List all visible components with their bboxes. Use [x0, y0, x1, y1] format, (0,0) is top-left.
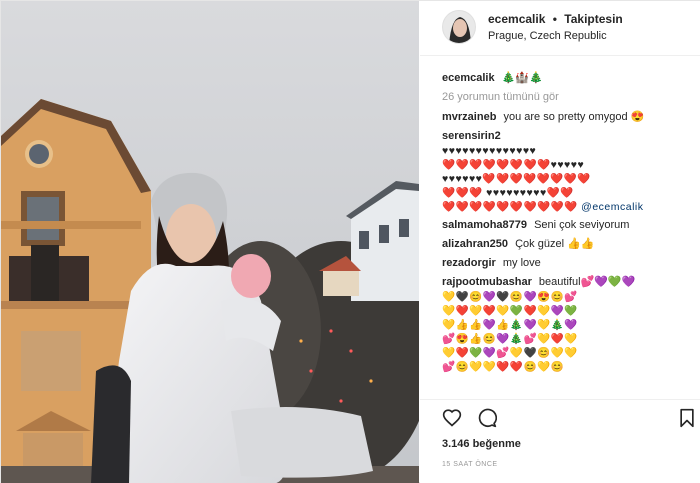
- likes-count[interactable]: 3.146 beğenme: [442, 438, 521, 450]
- header-separator: •: [552, 12, 557, 26]
- comment: rajpootmubashar beautiful💕💜💚💜 💛🖤😊💜🖤😊💜😍😊💕…: [442, 275, 697, 374]
- comment: mvrzaineb you are so pretty omygod 😍: [442, 110, 697, 125]
- comment-text: Çok güzel 👍👍: [515, 238, 595, 250]
- post-header: ecemcalik • Takiptesin Prague, Czech Rep…: [420, 1, 700, 56]
- caption-username[interactable]: ecemcalik: [442, 72, 495, 84]
- comment-emoji-row: ❤️❤️❤️ ♥♥♥♥♥♥♥♥♥❤️❤️: [442, 187, 574, 199]
- comment-text: my love: [502, 257, 541, 269]
- page-background: ecemcalik • Takiptesin Prague, Czech Rep…: [0, 0, 700, 483]
- caption: ecemcalik 🎄🏰🎄: [442, 71, 697, 86]
- comment-text: you are so pretty omygod 😍: [503, 111, 645, 123]
- comment-emoji-row: ❤️❤️❤️❤️❤️❤️❤️❤️♥♥♥♥♥: [442, 159, 585, 171]
- photo-illustration: [1, 1, 419, 483]
- comment-emoji-row: 💕😊💛💛❤️❤️😊💛😊: [442, 361, 565, 373]
- heart-icon[interactable]: [442, 408, 462, 428]
- comment-emoji-row: 💛❤️💚💜💕💛🖤😊💛💛: [442, 347, 578, 359]
- comment-text: Seni çok seviyorum: [534, 219, 630, 231]
- comment-username[interactable]: mvrzaineb: [442, 111, 496, 123]
- post-timestamp[interactable]: 15 SAAT ÖNCE: [442, 461, 498, 468]
- comment-username[interactable]: rezadorgir: [442, 257, 496, 269]
- comment: rezadorgir my love: [442, 256, 697, 271]
- comment-emoji-row: 💛❤️💛❤️💛💚❤️💛💜💚: [442, 305, 578, 317]
- post-side-panel: ecemcalik • Takiptesin Prague, Czech Rep…: [420, 1, 700, 483]
- comment-username[interactable]: serensirin2: [442, 130, 501, 142]
- post-card: ecemcalik • Takiptesin Prague, Czech Rep…: [0, 0, 700, 483]
- comment-emoji-row: ♥♥♥♥♥♥❤️❤️❤️❤️❤️❤️❤️❤️: [442, 173, 591, 185]
- avatar-image: [443, 11, 475, 43]
- comment-username[interactable]: rajpootmubashar: [442, 276, 532, 288]
- follow-status[interactable]: Takiptesin: [564, 12, 622, 26]
- comment: salmamoha8779 Seni çok seviyorum: [442, 218, 697, 233]
- comment-emoji-row: ♥♥♥♥♥♥♥♥♥♥♥♥♥♥: [442, 145, 537, 157]
- comment-bubble-icon[interactable]: [477, 408, 497, 428]
- comment-emoji-row: 💛👍👍💜👍🎄💜💛🎄💜: [442, 319, 578, 331]
- location-link[interactable]: Prague, Czech Republic: [488, 30, 607, 42]
- comments-list: ecemcalik 🎄🏰🎄 26 yorumun tümünü gör mvrz…: [442, 71, 697, 378]
- comment: alizahran250 Çok güzel 👍👍: [442, 237, 697, 252]
- comment-emoji-text: ❤️❤️❤️❤️❤️❤️❤️❤️❤️❤️: [442, 201, 578, 213]
- comment-emoji-row: 💕😍👍😊💜🎄💕💛❤️💛: [442, 333, 578, 345]
- avatar[interactable]: [442, 10, 476, 44]
- comment-emoji-row: ❤️❤️❤️❤️❤️❤️❤️❤️❤️❤️ @ecemcalik: [442, 200, 697, 214]
- post-photo[interactable]: [1, 1, 419, 483]
- comment-username[interactable]: salmamoha8779: [442, 219, 527, 231]
- comment-text: beautiful💕💜💚💜: [538, 276, 636, 288]
- comment-username[interactable]: alizahran250: [442, 238, 508, 250]
- caption-text: 🎄🏰🎄: [501, 72, 543, 84]
- comment-emoji-row: 💛🖤😊💜🖤😊💜😍😊💕: [442, 291, 578, 303]
- view-all-comments-link[interactable]: 26 yorumun tümünü gör: [442, 90, 697, 105]
- header-username[interactable]: ecemcalik: [488, 12, 545, 26]
- header-user-line: ecemcalik • Takiptesin: [488, 12, 623, 26]
- comment: serensirin2 ♥♥♥♥♥♥♥♥♥♥♥♥♥♥ ❤️❤️❤️❤️❤️❤️❤…: [442, 129, 697, 214]
- bookmark-icon[interactable]: [677, 408, 697, 428]
- action-bar: [420, 399, 700, 429]
- mention-link[interactable]: @ecemcalik: [581, 201, 643, 213]
